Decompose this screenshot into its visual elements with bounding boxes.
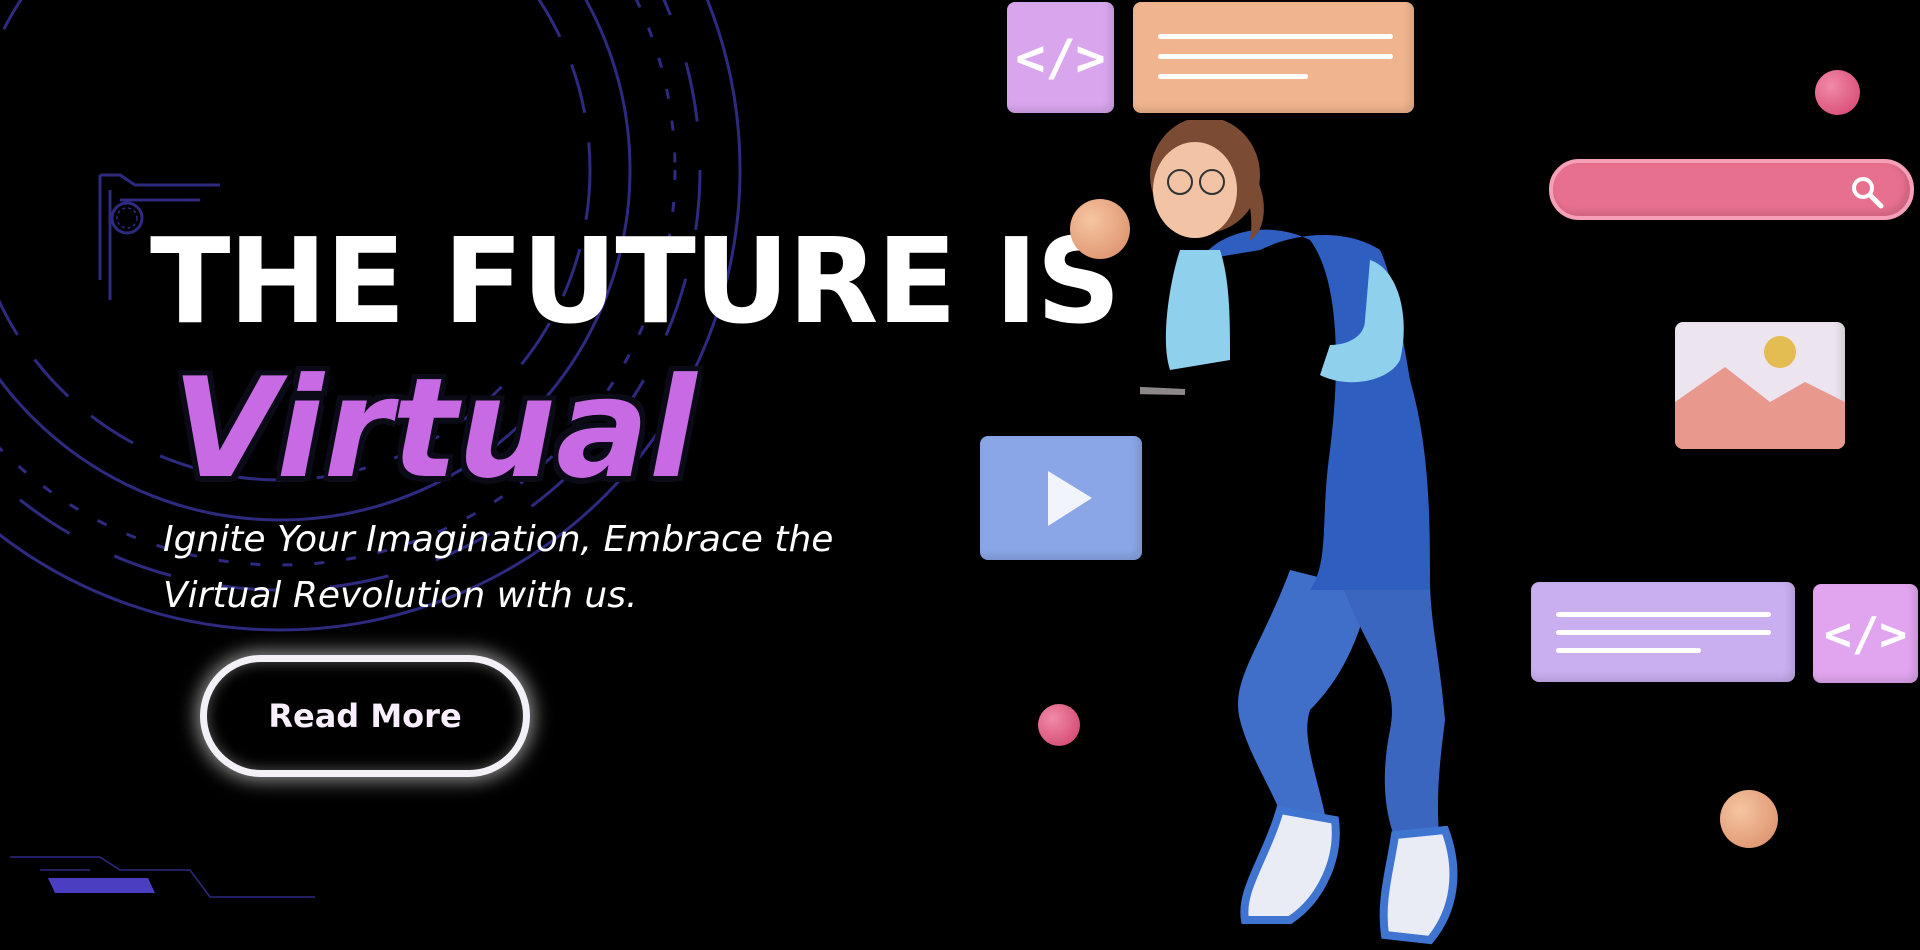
image-icon <box>1675 322 1845 449</box>
decorative-ball <box>1815 70 1860 115</box>
search-icon <box>1852 177 1884 209</box>
subtitle-line-1: Ignite Your Imagination, Embrace the <box>163 519 834 560</box>
subtitle-line-2: Virtual Revolution with us. <box>163 575 638 616</box>
read-more-button[interactable]: Read More <box>200 655 530 777</box>
hero-title: THE FUTURE IS <box>150 212 1121 350</box>
text-card-icon <box>1133 2 1414 113</box>
decorative-ball <box>1720 790 1778 848</box>
decorative-ball <box>1038 704 1080 746</box>
girl-with-laptop-illustration <box>1140 120 1458 945</box>
code-icon: </> <box>1813 584 1918 683</box>
search-bar-icon <box>1549 159 1914 220</box>
video-card-icon <box>980 436 1142 560</box>
hero-highlight: Virtual <box>172 348 697 509</box>
hero-subtitle: Ignite Your Imagination, Embrace the Vir… <box>163 512 963 624</box>
play-icon <box>1048 471 1092 526</box>
decorative-ball <box>1070 199 1130 259</box>
code-icon: </> <box>1007 2 1114 113</box>
